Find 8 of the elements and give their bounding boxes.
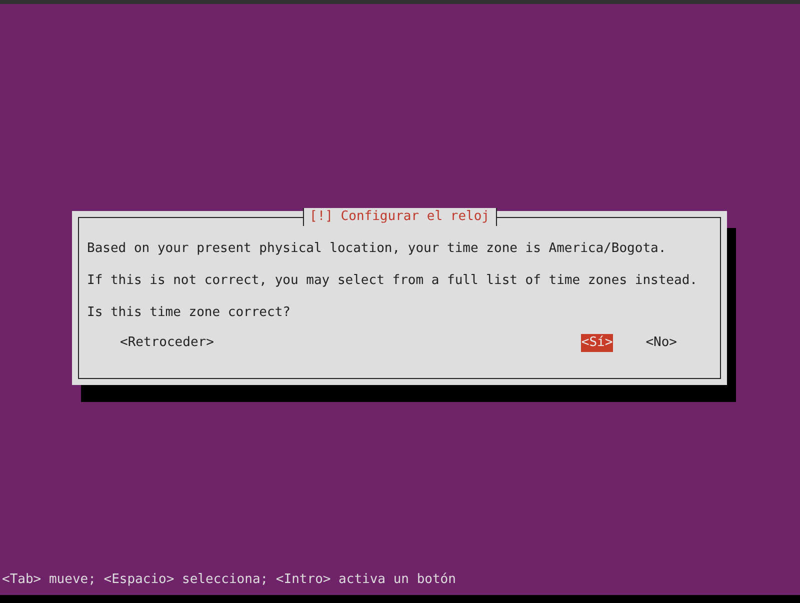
dialog-text: If this is not correct, you may select from a full list of time zones instead. [87, 272, 698, 290]
dialog-button[interactable]: <Retroceder> [120, 334, 214, 352]
dialog-button[interactable]: <No> [646, 334, 677, 352]
dialog-text: Based on your present physical location, your time zone is America/Bogota. [87, 240, 668, 258]
dialog-text: Is this time zone correct? [87, 304, 292, 322]
status-hint: <Tab> mueve; <Espacio> selecciona; <Intro> activa un botón [1, 571, 457, 589]
dialog-button[interactable]: <Sí> [581, 334, 613, 352]
dialog-title: [!] Configurar el reloj [302, 208, 496, 226]
